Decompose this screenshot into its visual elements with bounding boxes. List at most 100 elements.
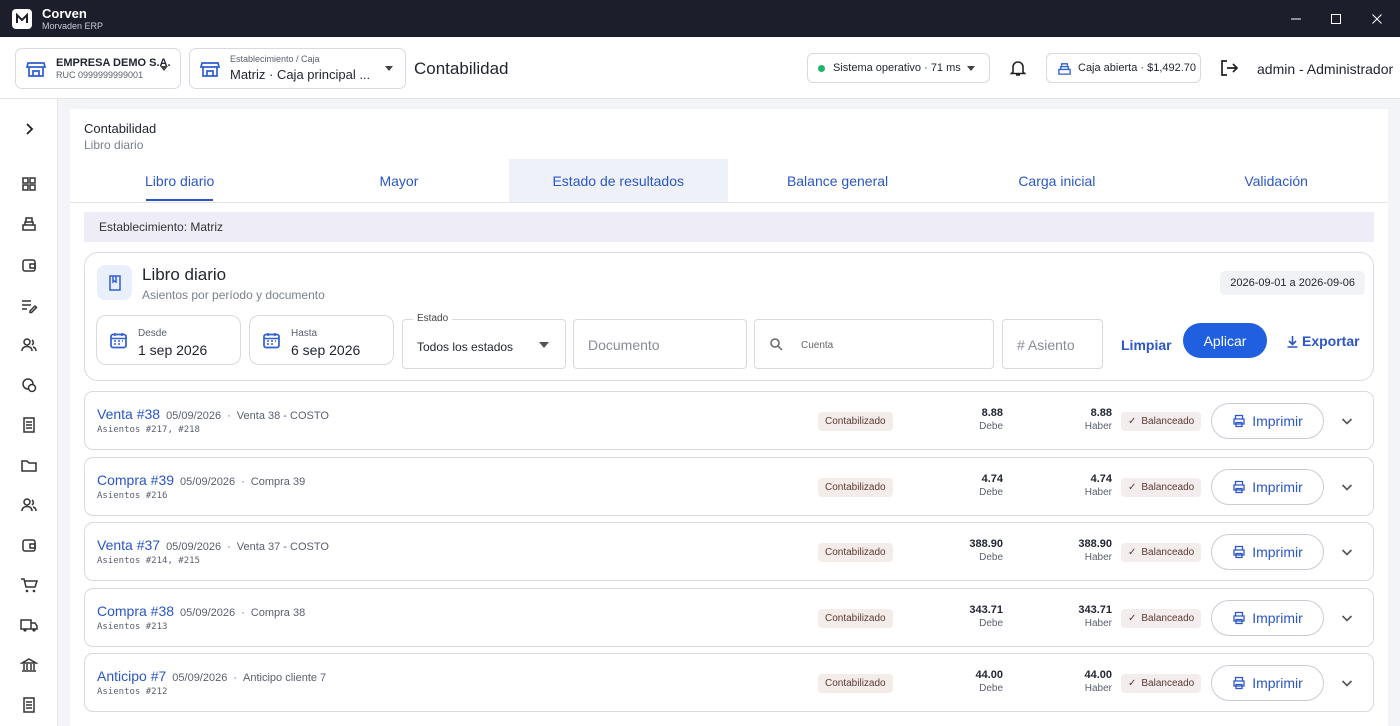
company-ruc: RUC 0999999999001 (56, 69, 144, 80)
printer-icon (1233, 480, 1245, 493)
users-icon[interactable] (20, 336, 38, 354)
tab-carga-inicial[interactable]: Carga inicial (947, 159, 1166, 202)
journal-entry-row: Anticipo #7 05/09/2026 · Anticipo cliente 7… (84, 653, 1374, 712)
chevron-down-icon (385, 66, 393, 71)
content-panel: Contabilidad Libro diario Libro diario M… (70, 109, 1388, 726)
entry-separator: · (227, 541, 231, 553)
debe-label: Debe (979, 552, 1003, 563)
entry-title[interactable]: Compra #39 (97, 472, 174, 488)
balance-badge: ✓ Balanceado (1121, 543, 1202, 562)
haber-label: Haber (1084, 617, 1112, 629)
date-from-picker[interactable]: Desde 1 sep 2026 (96, 315, 241, 365)
balance-badge: ✓ Balanceado (1121, 608, 1202, 628)
tab-estado-resultados[interactable]: Estado de resultados (508, 159, 728, 202)
chevron-down-icon[interactable] (1340, 545, 1354, 559)
user-label[interactable]: admin - Administrador (1257, 61, 1393, 77)
print-label: Imprimir (1252, 544, 1303, 560)
chevron-down-icon[interactable] (1340, 611, 1354, 625)
calendar-icon (263, 333, 280, 349)
chevron-right-icon[interactable] (20, 120, 38, 138)
apply-button[interactable]: Aplicar (1183, 323, 1267, 358)
ledger-icon[interactable] (20, 696, 38, 714)
haber-amount: 343.71 Haber (1052, 604, 1112, 629)
state-label: Estado (413, 313, 453, 324)
truck-icon[interactable] (20, 616, 38, 634)
entry-separator: · (241, 475, 245, 488)
entry-title[interactable]: Compra #38 (97, 603, 174, 619)
balance-badge: ✓ Balanceado (1121, 477, 1202, 497)
chevron-down-icon[interactable] (1340, 414, 1354, 428)
print-button[interactable]: Imprimir (1211, 468, 1324, 505)
logout-icon[interactable] (1219, 58, 1239, 78)
account-search-input[interactable]: Cuenta (754, 319, 994, 369)
haber-label: Haber (1084, 683, 1112, 694)
tab-mayor[interactable]: Mayor (289, 159, 508, 202)
chevron-down-icon[interactable] (1340, 480, 1354, 494)
print-button[interactable]: Imprimir (1211, 599, 1324, 636)
contacts-icon[interactable] (20, 496, 38, 514)
entry-asientos: Asientos #213 (97, 621, 168, 632)
folder-icon[interactable] (20, 456, 38, 474)
cash-register-icon[interactable] (20, 215, 38, 233)
haber-value: 343.71 (1078, 603, 1112, 616)
wallet-alt-icon[interactable] (20, 536, 38, 554)
entry-description: Compra 38 (250, 606, 306, 619)
download-icon (1287, 335, 1298, 348)
tab-balance-general[interactable]: Balance general (728, 159, 947, 202)
bell-icon[interactable] (1009, 59, 1027, 77)
check-icon: ✓ (1128, 678, 1137, 689)
dashboard-icon[interactable] (20, 175, 38, 193)
cart-icon[interactable] (20, 576, 38, 594)
entry-description: Venta 38 - COSTO (236, 410, 329, 422)
haber-amount: 44.00 Haber (1052, 669, 1112, 694)
maximize-button[interactable] (1313, 0, 1359, 37)
company-selector[interactable]: EMPRESA DEMO S.A. RUC 0999999999001 (15, 48, 181, 89)
balance-text: Balanceado (1141, 547, 1195, 558)
document-input[interactable]: Documento (573, 319, 747, 369)
title-bar: Corven Morvaden ERP (0, 0, 1400, 37)
cash-status-button[interactable]: Caja abierta · $1,492.70 (1046, 53, 1201, 83)
entry-title[interactable]: Anticipo #7 (97, 668, 166, 684)
debe-value: 343.71 (969, 603, 1003, 616)
haber-value: 4.74 (1090, 472, 1112, 485)
bank-icon[interactable] (20, 656, 38, 674)
chevron-down-icon[interactable] (1340, 676, 1354, 690)
entry-title[interactable]: Venta #38 (97, 406, 160, 422)
tab-validacion[interactable]: Validación (1166, 159, 1385, 202)
print-button[interactable]: Imprimir (1211, 403, 1324, 439)
haber-value: 8.88 (1090, 407, 1112, 419)
clear-button[interactable]: Limpiar (1121, 337, 1172, 353)
entry-separator: · (233, 672, 238, 684)
print-label: Imprimir (1252, 478, 1303, 495)
establishment-selector[interactable]: Establecimiento / Caja Matriz · Caja pri… (189, 48, 406, 89)
edit-list-icon[interactable] (20, 296, 38, 314)
date-from-label: Desde (138, 328, 167, 339)
tab-libro-diario[interactable]: Libro diario (70, 159, 289, 202)
debe-label: Debe (979, 683, 1003, 694)
print-button[interactable]: Imprimir (1211, 665, 1324, 701)
journal-title: Libro diario (142, 265, 227, 284)
debe-amount: 4.74 Debe (943, 473, 1003, 498)
journal-entry-row: Compra #39 05/09/2026 · Compra 39 Asientos … (84, 456, 1374, 516)
journal-filter-card: Libro diario Asientos por período y docu… (84, 252, 1374, 381)
receipt-icon[interactable] (20, 416, 38, 434)
export-button[interactable]: Exportar (1286, 333, 1360, 349)
haber-value: 44.00 (1084, 669, 1112, 681)
establishment-value: Matriz · Caja principal ... (230, 66, 371, 82)
date-to-picker[interactable]: Hasta 6 sep 2026 (249, 315, 394, 365)
print-button[interactable]: Imprimir (1211, 534, 1324, 570)
entry-date: 05/09/2026 (166, 541, 222, 553)
system-status-dropdown[interactable]: Sistema operativo · 71 ms (807, 53, 990, 83)
coins-icon[interactable] (20, 376, 38, 394)
balance-text: Balanceado (1141, 612, 1195, 624)
entry-number-input[interactable]: # Asiento (1002, 319, 1103, 369)
state-select[interactable]: Estado Todos los estados (402, 313, 566, 369)
wallet-icon[interactable] (20, 256, 38, 274)
chevron-down-icon (539, 342, 549, 348)
status-badge: Contabilizado (818, 674, 893, 693)
entry-title[interactable]: Venta #37 (97, 537, 160, 553)
page-title: Contabilidad (414, 59, 509, 78)
balance-text: Balanceado (1141, 416, 1195, 427)
close-button[interactable] (1354, 0, 1400, 37)
app-logo-icon (12, 8, 32, 29)
